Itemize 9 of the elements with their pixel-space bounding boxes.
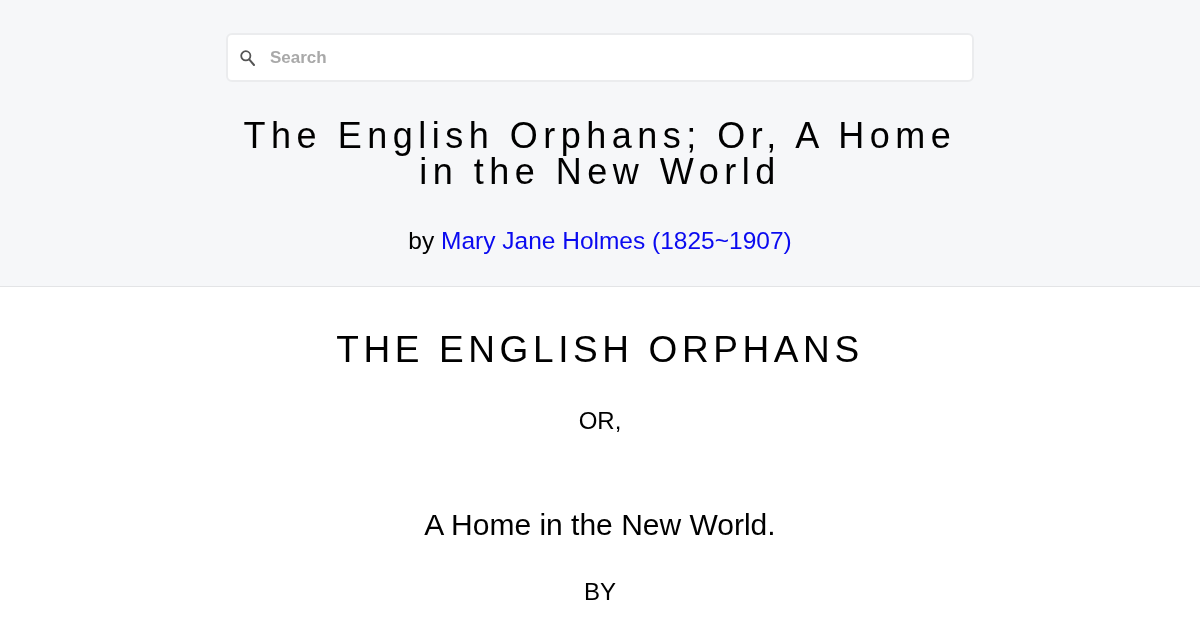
search-icon xyxy=(240,50,255,66)
book-heading: THE ENGLISH ORPHANS xyxy=(336,328,864,372)
search-field[interactable]: Search xyxy=(226,33,974,82)
title-page-line: OR, xyxy=(578,407,622,435)
byline-text: by xyxy=(408,227,435,254)
book-subtitle: A Home in the New World. xyxy=(424,507,776,543)
title-page-line: BY xyxy=(584,578,616,606)
book-title: The English Orphans; Or, A Home in the New World xyxy=(242,118,958,190)
author-link[interactable]: Mary Jane Holmes (1825~1907) xyxy=(441,227,792,254)
